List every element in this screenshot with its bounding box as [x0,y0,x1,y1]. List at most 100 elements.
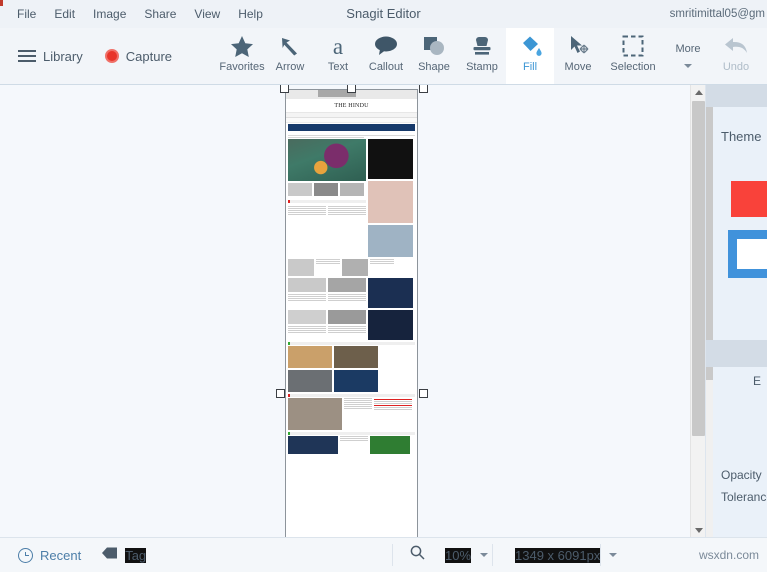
tool-label-callout: Callout [368,61,404,73]
thumb-row [288,398,415,430]
menu-item-file[interactable]: File [8,3,45,25]
thumb-section-header [288,342,415,345]
thumb-row [288,278,415,308]
tool-label-selection: Selection [610,61,656,73]
thumb-photo [288,346,332,368]
menu-item-edit[interactable]: Edit [45,3,84,25]
menu-item-share[interactable]: Share [135,3,185,25]
menu-bar: File Edit Image Share View Help [8,0,272,28]
tool-stamp[interactable]: Stamp [458,28,506,84]
thumb-section-header [288,394,415,397]
undo-icon [723,32,749,60]
thumb-row [288,139,415,257]
status-dimensions-group: 1349 x 6091px [505,538,627,572]
text-icon: a [327,32,349,60]
opacity-label: Opacity [721,468,762,482]
stamp-icon [471,32,493,60]
thumb-photo [288,278,326,292]
thumb-photo [288,398,342,430]
canvas-vertical-scrollbar[interactable] [690,85,705,538]
thumb-photo [340,183,364,196]
resize-handle-top-left[interactable] [280,85,289,93]
scroll-down-arrow-icon[interactable] [691,523,705,538]
tag-label: Tag [125,547,147,563]
thumb-photo [342,259,368,276]
thumb-row [288,206,366,216]
thumb-section-header [288,432,415,435]
chevron-down-icon [609,553,618,557]
panel-header-strip [706,85,767,107]
search-button[interactable] [400,540,435,570]
thumb-nav-secondary [286,118,417,123]
tool-more[interactable]: More [664,28,712,84]
title-bar: Snagit Editor File Edit Image Share View… [0,0,767,29]
captured-image[interactable]: THE HINDU [285,89,418,538]
resize-handle-top-center[interactable] [347,85,356,93]
tool-selection[interactable]: Selection [602,28,664,84]
thumb-photo [288,436,338,454]
window-accent-stripe [0,0,3,6]
tool-undo[interactable]: Undo [712,28,760,84]
thumb-photo [288,183,312,196]
thumb-photo [334,346,378,368]
status-left-group: Recent Tag [8,538,156,572]
thumb-body [286,132,417,456]
tool-callout[interactable]: Callout [362,28,410,84]
scroll-up-arrow-icon[interactable] [691,85,705,100]
theme-swatch-red[interactable] [731,181,767,217]
capture-button[interactable]: Capture [97,43,180,70]
canvas-area[interactable]: THE HINDU [0,85,706,538]
thumb-textblock [328,206,366,216]
thumb-textblock [288,206,326,216]
tool-text[interactable]: a Text [314,28,362,84]
selection-icon [621,32,645,60]
panel-left-edge-lower [706,380,713,538]
scrollbar-thumb[interactable] [692,101,705,436]
thumb-row [288,310,415,340]
tool-label-fill: Fill [522,61,538,73]
tool-group: Favorites Arrow a Text Callout Shape Sta… [218,28,767,84]
tool-move[interactable]: Move [554,28,602,84]
callout-icon [374,32,398,60]
tool-redo[interactable]: Redo [760,28,767,84]
thumb-col-ads [368,139,413,257]
menu-item-help[interactable]: Help [229,3,272,25]
resize-handle-middle-left[interactable] [276,389,285,398]
tool-label-more: More [675,43,701,55]
toolbar-left-group: Library Capture [10,28,180,84]
tool-favorites[interactable]: Favorites [218,28,266,84]
resize-handle-top-right[interactable] [419,85,428,93]
thumb-col-ads [368,310,413,340]
zoom-level-dropdown[interactable]: 10% [435,543,498,568]
thumb-photo [328,310,366,324]
thumb-row [288,370,415,392]
tool-arrow[interactable]: Arrow [266,28,314,84]
dimensions-dropdown[interactable]: 1349 x 6091px [505,543,627,568]
menu-item-view[interactable]: View [185,3,229,25]
watermark-text: wsxdn.com [698,548,759,562]
recent-button[interactable]: Recent [8,543,91,568]
svg-text:a: a [333,34,343,58]
tool-label-text: Text [327,61,349,73]
thumb-line [288,135,415,136]
resize-handle-middle-right[interactable] [419,389,428,398]
tool-shape[interactable]: Shape [410,28,458,84]
thumb-line [288,137,365,138]
thumb-photo [288,310,326,324]
theme-swatch-blue-outline[interactable] [728,230,767,278]
thumb-col-ads [368,278,413,308]
thumb-ad-navy [368,278,413,308]
status-zoom-group: 10% [400,538,498,572]
thumb-ad-green [370,436,410,454]
status-separator [392,544,393,566]
account-email[interactable]: smritimittal05@gm [670,0,765,28]
thumb-photo [328,278,366,292]
menu-item-image[interactable]: Image [84,3,135,25]
move-icon [566,32,590,60]
shape-icon [422,32,446,60]
thumb-row [288,346,415,368]
library-button[interactable]: Library [10,43,91,70]
status-bar: Recent Tag 10% 1349 x 6091px wsxdn.com [0,537,767,572]
tag-button[interactable]: Tag [91,541,156,570]
tool-fill[interactable]: Fill [506,28,554,84]
